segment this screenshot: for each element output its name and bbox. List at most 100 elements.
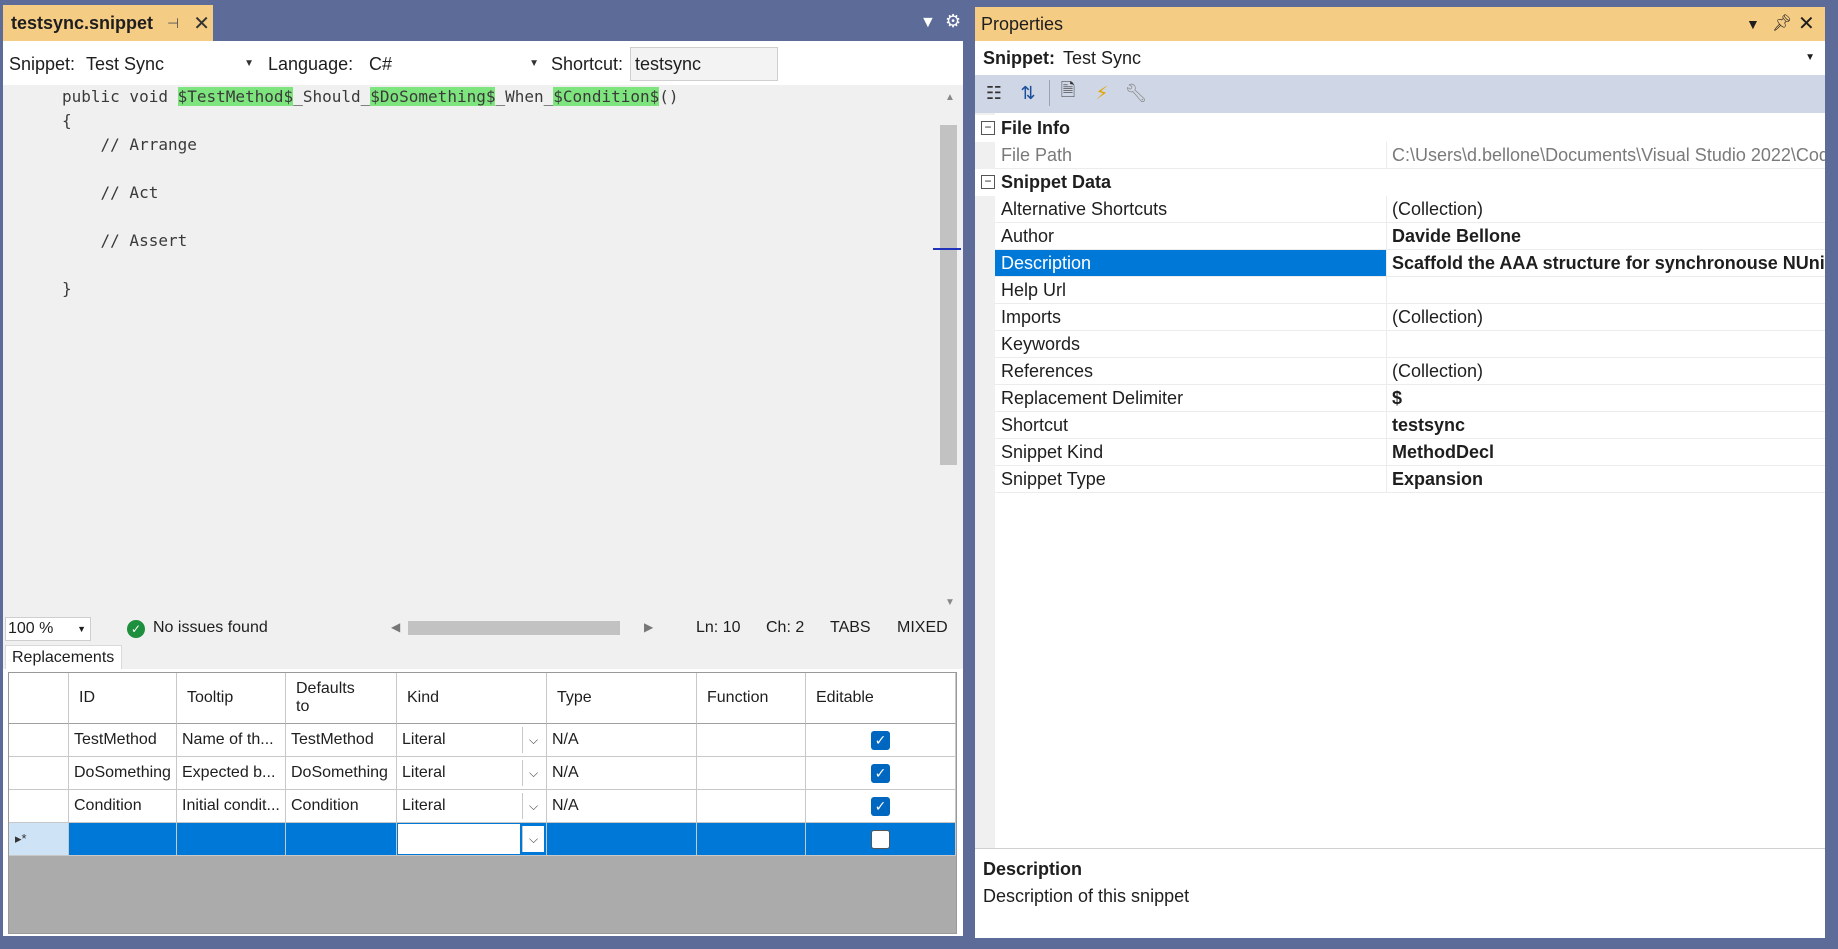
close-icon[interactable]: ✕ [193,11,210,36]
scroll-right-icon[interactable]: ▶ [644,620,653,634]
row-header[interactable] [9,790,69,823]
new-row-header[interactable]: ▸* [9,823,69,856]
zoom-combo[interactable]: 100 % ▼ [5,617,91,641]
column-header-id[interactable]: ID [69,673,177,724]
cell-id[interactable]: TestMethod [69,724,177,757]
cell-id[interactable]: DoSomething [69,757,177,790]
property-row-keywords[interactable]: Keywords [975,331,1825,358]
new-cell-defaults[interactable] [286,823,397,856]
column-header-type[interactable]: Type [547,673,697,724]
property-row-snippet-type[interactable]: Snippet Type Expansion [975,466,1825,493]
editable-checkbox[interactable] [871,829,890,849]
code-editor[interactable]: public void $TestMethod$_Should_$DoSomet… [3,85,938,613]
gear-icon[interactable]: ⚙ [945,11,961,32]
new-cell-type[interactable] [547,823,697,856]
cell-tooltip[interactable]: Name of th... [177,724,286,757]
category-file-info[interactable]: − File Info [975,115,1825,142]
property-row-references[interactable]: References (Collection) [975,358,1825,385]
new-cell-id[interactable] [69,823,177,856]
row-header[interactable] [9,757,69,790]
editor-vertical-scrollbar[interactable]: ▲ ▼ [938,85,963,613]
cell-kind-dropdown[interactable]: Literal ⌵ [397,790,547,823]
property-row-file-path[interactable]: File Path C:\Users\d.bellone\Documents\V… [975,142,1825,169]
collapse-icon[interactable]: − [981,121,995,135]
property-row-shortcut[interactable]: Shortcut testsync [975,412,1825,439]
panel-dropdown-icon[interactable]: ▼ [1746,16,1760,32]
property-row-snippet-kind[interactable]: Snippet Kind MethodDecl [975,439,1825,466]
new-cell-kind-dropdown[interactable]: ⌵ [397,823,547,856]
snippet-combo[interactable]: Test Sync ▼ [79,48,259,80]
pin-icon[interactable]: 📌︎ [1772,13,1792,33]
cell-defaults[interactable]: TestMethod [286,724,397,757]
tab-dropdown-icon[interactable]: ▼ [920,14,936,32]
tab-replacements[interactable]: Replacements [5,645,122,669]
cell-type[interactable]: N/A [547,790,697,823]
cell-id[interactable]: Condition [69,790,177,823]
column-header-function[interactable]: Function [697,673,806,724]
categorized-icon[interactable]: ☷ [981,80,1007,106]
cell-type[interactable]: N/A [547,757,697,790]
new-cell-tooltip[interactable] [177,823,286,856]
chevron-down-icon[interactable]: ⌵ [522,727,544,753]
property-name: Snippet Kind [995,439,1387,466]
line-indicator[interactable]: Ln: 10 [696,619,740,637]
new-cell-function[interactable] [697,823,806,856]
close-icon[interactable]: ✕ [1798,11,1815,36]
chevron-down-icon[interactable]: ⌵ [522,793,544,819]
cell-tooltip[interactable]: Initial condit... [177,790,286,823]
property-row-replacement-delimiter[interactable]: Replacement Delimiter $ [975,385,1825,412]
cell-defaults[interactable]: Condition [286,790,397,823]
cell-function[interactable] [697,724,806,757]
property-row-help-url[interactable]: Help Url [975,277,1825,304]
editable-checkbox[interactable]: ✓ [871,796,890,816]
property-row-imports[interactable]: Imports (Collection) [975,304,1825,331]
chevron-down-icon: ▼ [77,624,86,634]
cell-kind-dropdown[interactable]: Literal ⌵ [397,724,547,757]
snippet-combo-value: Test Sync [86,53,165,74]
row-header[interactable] [9,724,69,757]
property-row-author[interactable]: Author Davide Bellone [975,223,1825,250]
cell-tooltip[interactable]: Expected b... [177,757,286,790]
tabs-indicator[interactable]: TABS [830,619,871,637]
scroll-left-icon[interactable]: ◀ [391,620,400,634]
cell-function[interactable] [697,790,806,823]
document-tab[interactable]: testsync.snippet ⊣ ✕ [3,5,213,41]
editable-checkbox[interactable]: ✓ [871,763,890,783]
editable-checkbox[interactable]: ✓ [871,730,890,750]
scroll-thumb[interactable] [940,125,957,465]
cell-type[interactable]: N/A [547,724,697,757]
pin-icon[interactable]: ⊣ [167,15,179,32]
settings-wrench-icon[interactable]: 🔧︎ [1123,80,1149,106]
cell-editable: ✓ [806,724,956,757]
properties-object-selector[interactable]: Snippet: Test Sync ▼ [975,41,1825,75]
column-header-tooltip[interactable]: Tooltip [177,673,286,724]
scroll-down-icon[interactable]: ▼ [945,597,955,608]
issues-status[interactable]: No issues found [153,619,268,637]
chevron-down-icon[interactable]: ⌵ [522,826,544,852]
column-header-label: Type [557,689,592,706]
alphabetical-icon[interactable]: ⇅ [1015,80,1041,106]
cell-defaults[interactable]: DoSomething [286,757,397,790]
new-cell-kind-value [398,824,520,854]
language-combo[interactable]: C# ▼ [362,48,544,80]
column-header-defaults[interactable]: Defaults to [286,673,397,724]
events-icon[interactable]: ⚡ [1089,80,1115,106]
char-indicator[interactable]: Ch: 2 [766,619,804,637]
shortcut-input[interactable]: testsync [630,47,778,81]
collapse-icon[interactable]: − [981,175,995,189]
column-header-editable[interactable]: Editable [806,673,956,724]
shortcut-input-value: testsync [635,53,702,74]
property-row-description[interactable]: Description Scaffold the AAA structure f… [975,250,1825,277]
object-label: Snippet: [983,47,1055,68]
scroll-up-icon[interactable]: ▲ [945,92,955,103]
eol-indicator[interactable]: MIXED [897,619,948,637]
cell-function[interactable] [697,757,806,790]
category-snippet-data[interactable]: − Snippet Data [975,169,1825,196]
property-pages-icon[interactable]: 🗎 [1055,80,1081,106]
chevron-down-icon[interactable]: ⌵ [522,760,544,786]
cell-kind-dropdown[interactable]: Literal ⌵ [397,757,547,790]
column-header-kind[interactable]: Kind [397,673,547,724]
language-combo-value: C# [369,53,393,74]
property-row-alternative-shortcuts[interactable]: Alternative Shortcuts (Collection) [975,196,1825,223]
horizontal-scroll-thumb[interactable] [408,621,620,635]
